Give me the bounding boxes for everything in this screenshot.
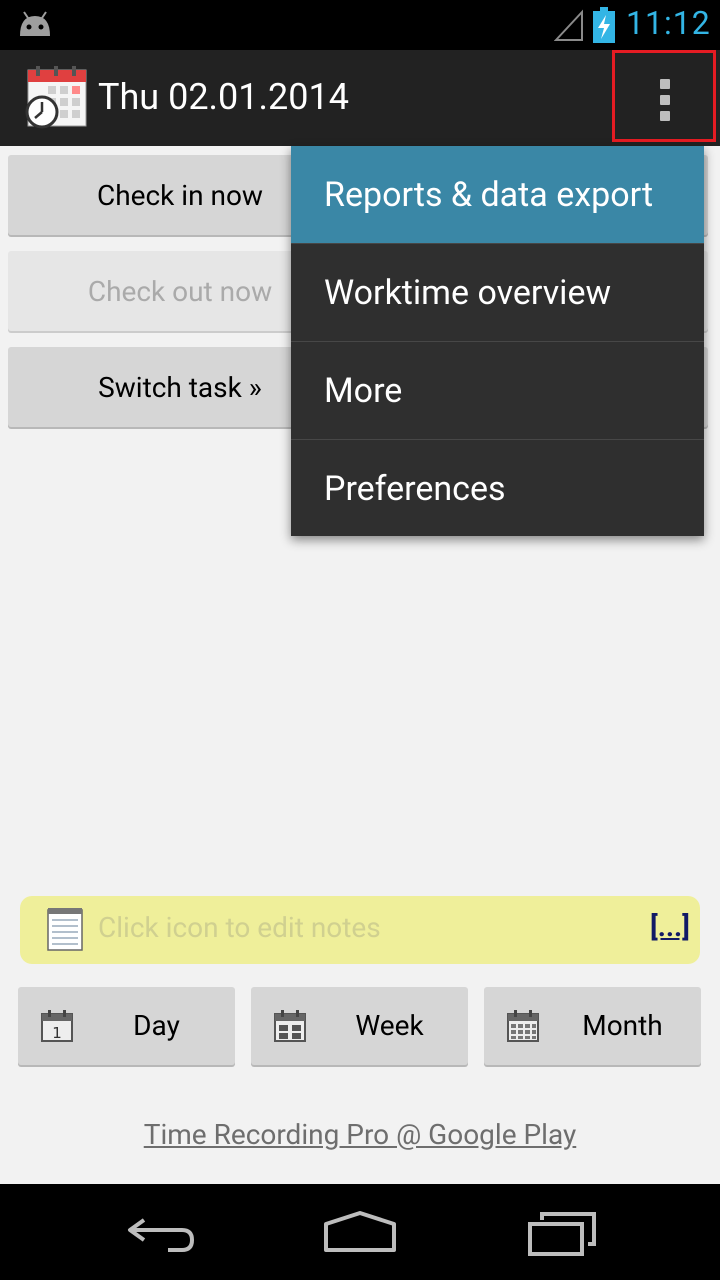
battery-charging-icon — [593, 7, 615, 43]
month-label: Month — [582, 1009, 663, 1042]
notes-bar: Click icon to edit notes [...] — [20, 896, 700, 964]
day-button[interactable]: 1 Day — [18, 987, 235, 1065]
system-nav-bar — [0, 1184, 720, 1280]
signal-icon — [554, 9, 583, 41]
home-icon[interactable] — [320, 1210, 400, 1254]
recent-apps-icon[interactable] — [526, 1210, 598, 1256]
menu-item-reports[interactable]: Reports & data export — [291, 146, 704, 243]
week-label: Week — [355, 1009, 424, 1042]
menu-item-label: Worktime overview — [324, 273, 612, 313]
clock: 11:12 — [626, 4, 711, 42]
notes-placeholder: Click icon to edit notes — [98, 911, 381, 944]
calendar-month-icon — [507, 1010, 539, 1042]
overflow-menu-button[interactable] — [612, 50, 716, 142]
status-bar: 11:12 — [0, 0, 720, 50]
calendar-week-icon — [274, 1010, 306, 1042]
menu-item-preferences[interactable]: Preferences — [291, 440, 704, 537]
month-button[interactable]: Month — [484, 987, 701, 1065]
menu-item-worktime-overview[interactable]: Worktime overview — [291, 244, 704, 341]
menu-item-more[interactable]: More — [291, 342, 704, 439]
svg-text:1: 1 — [52, 1024, 62, 1042]
notes-more-link[interactable]: [...] — [650, 910, 690, 943]
back-icon[interactable] — [124, 1214, 196, 1254]
action-bar: Thu 02.01.2014 — [0, 50, 720, 146]
notepad-icon[interactable] — [46, 906, 84, 952]
week-button[interactable]: Week — [251, 987, 468, 1065]
android-icon — [20, 11, 50, 36]
google-play-link[interactable]: Time Recording Pro @ Google Play — [0, 1118, 720, 1151]
page-title: Thu 02.01.2014 — [98, 76, 349, 118]
calendar-day-icon: 1 — [41, 1010, 73, 1042]
menu-item-label: Preferences — [324, 469, 506, 509]
day-label: Day — [133, 1009, 180, 1042]
menu-item-label: More — [324, 371, 403, 411]
calendar-clock-icon[interactable] — [24, 66, 90, 130]
overflow-menu: Reports & data export Worktime overview … — [291, 146, 704, 536]
menu-item-label: Reports & data export — [324, 175, 654, 215]
